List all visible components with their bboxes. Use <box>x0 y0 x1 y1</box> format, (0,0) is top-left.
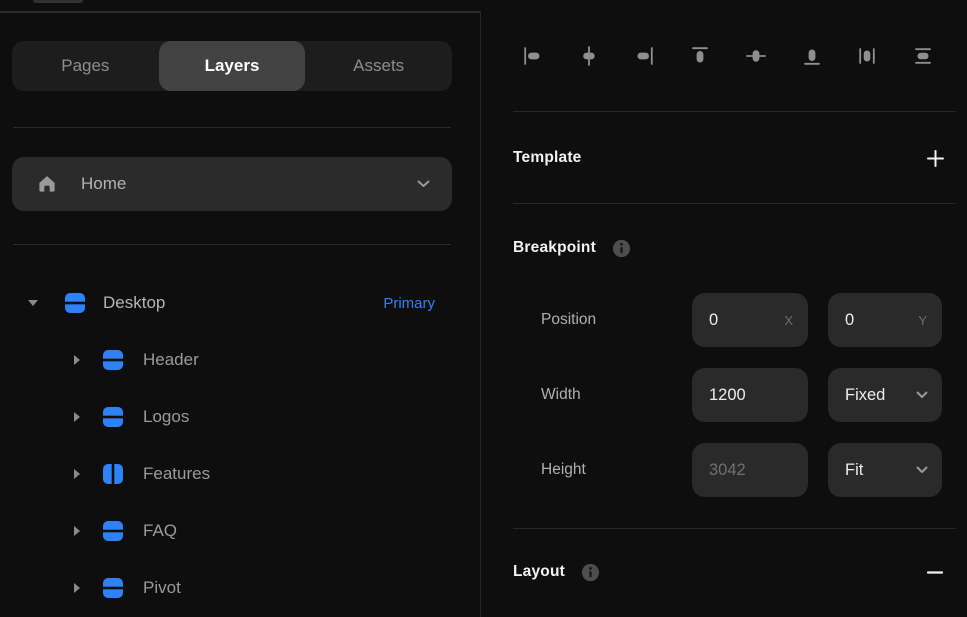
stack-rows-icon <box>103 521 123 541</box>
position-y-value: 0 <box>845 310 855 329</box>
distribute-vertical-button[interactable] <box>906 39 940 73</box>
caret-right-icon[interactable] <box>70 469 84 479</box>
layer-row-pivot[interactable]: Pivot <box>0 561 480 615</box>
align-right-button[interactable] <box>627 39 661 73</box>
home-icon <box>37 174 57 194</box>
layer-label: Features <box>143 464 211 483</box>
breakpoint-title: Breakpoint <box>513 239 596 256</box>
page-selector[interactable]: Home <box>12 157 452 211</box>
position-x-field[interactable]: 0 X <box>692 293 808 347</box>
position-row: Position 0 X 0 Y <box>481 293 967 347</box>
breakpoint-section-header: Breakpoint <box>513 226 956 270</box>
tab-pages[interactable]: Pages <box>12 41 159 91</box>
caret-right-icon[interactable] <box>70 355 84 365</box>
width-row: Width 1200 Fixed <box>481 368 967 422</box>
align-toolbar <box>516 39 940 73</box>
layer-label: Logos <box>143 407 190 426</box>
chevron-down-icon <box>916 466 928 474</box>
height-label: Height <box>541 461 586 478</box>
template-title: Template <box>513 149 582 166</box>
stack-rows-icon <box>103 407 123 427</box>
layer-row-desktop[interactable]: Desktop Primary <box>0 276 480 330</box>
info-icon[interactable] <box>611 238 632 259</box>
template-section-header: Template <box>513 136 956 180</box>
caret-right-icon[interactable] <box>70 583 84 593</box>
divider <box>513 111 956 112</box>
stack-rows-icon <box>65 293 85 313</box>
divider <box>0 11 480 13</box>
width-mode-select[interactable]: Fixed <box>828 368 942 422</box>
stack-rows-icon <box>103 578 123 598</box>
width-label: Width <box>541 386 581 403</box>
layer-row-logos[interactable]: Logos <box>0 390 480 444</box>
divider <box>13 244 451 245</box>
tab-layers[interactable]: Layers <box>158 41 306 91</box>
chevron-down-icon <box>417 180 430 188</box>
width-field[interactable]: 1200 <box>692 368 808 422</box>
width-value: 1200 <box>709 385 746 404</box>
panel-tab-bar: Pages Layers Assets <box>12 41 452 91</box>
height-mode-select[interactable]: Fit <box>828 443 942 497</box>
layer-label: Pivot <box>143 578 181 597</box>
primary-badge[interactable]: Primary <box>383 295 435 312</box>
layer-label: Desktop <box>103 293 166 312</box>
layout-section-header: Layout <box>513 550 956 594</box>
stack-columns-icon <box>103 464 123 484</box>
chevron-down-icon <box>916 391 928 399</box>
height-row: Height 3042 Fit <box>481 443 967 497</box>
width-mode-value: Fixed <box>845 385 886 404</box>
align-center-vertical-button[interactable] <box>739 39 773 73</box>
layout-title: Layout <box>513 563 566 580</box>
layer-row-features[interactable]: Features <box>0 447 480 501</box>
height-mode-value: Fit <box>845 460 864 479</box>
properties-panel: Template Breakpoint Position 0 X 0 Y Wid… <box>481 0 967 617</box>
distribute-horizontal-button[interactable] <box>850 39 884 73</box>
caret-right-icon[interactable] <box>70 412 84 422</box>
position-x-value: 0 <box>709 310 719 329</box>
height-field[interactable]: 3042 <box>692 443 808 497</box>
caret-right-icon[interactable] <box>70 526 84 536</box>
info-icon[interactable] <box>580 562 601 583</box>
tab-assets[interactable]: Assets <box>305 41 452 91</box>
caret-down-icon[interactable] <box>26 300 40 306</box>
align-top-button[interactable] <box>683 39 717 73</box>
toolbar-fragment <box>33 0 83 3</box>
layer-row-header[interactable]: Header <box>0 333 480 387</box>
position-y-suffix: Y <box>918 312 927 328</box>
align-bottom-button[interactable] <box>795 39 829 73</box>
collapse-layout-button[interactable] <box>920 557 950 587</box>
layer-row-faq[interactable]: FAQ <box>0 504 480 558</box>
design-tool-window: Pages Layers Assets Home Desktop Primary… <box>0 0 967 617</box>
divider <box>513 203 956 204</box>
add-template-button[interactable] <box>920 143 950 173</box>
stack-rows-icon <box>103 350 123 370</box>
divider <box>13 127 451 128</box>
align-center-horizontal-button[interactable] <box>572 39 606 73</box>
position-y-field[interactable]: 0 Y <box>828 293 942 347</box>
layer-label: FAQ <box>143 521 178 540</box>
layer-label: Header <box>143 350 199 369</box>
height-value: 3042 <box>709 460 746 479</box>
divider <box>513 528 956 529</box>
position-label: Position <box>541 311 597 328</box>
position-x-suffix: X <box>784 312 793 328</box>
page-selector-label: Home <box>81 174 127 193</box>
align-left-button[interactable] <box>516 39 550 73</box>
